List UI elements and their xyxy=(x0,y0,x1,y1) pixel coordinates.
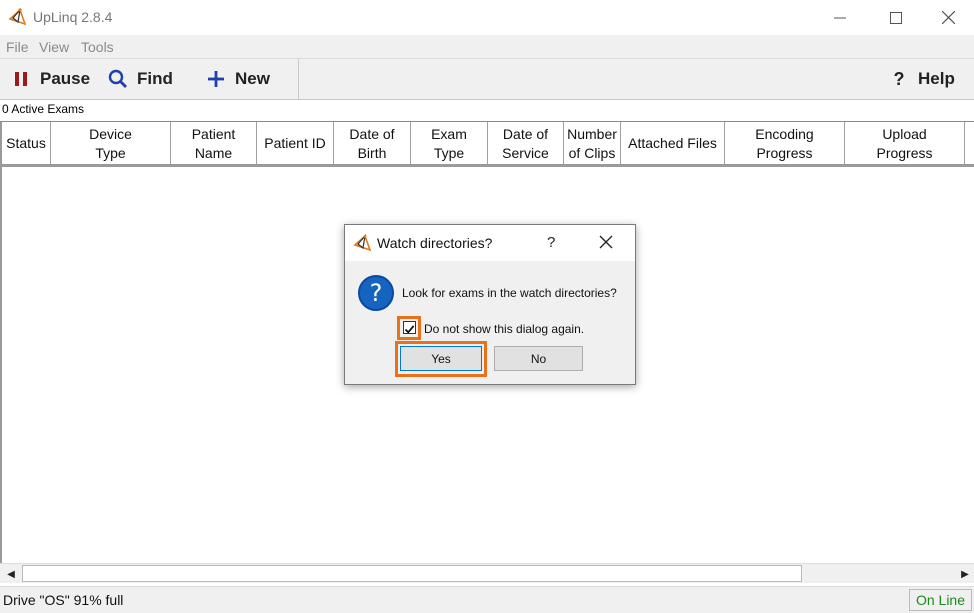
toolbar-separator xyxy=(298,59,299,99)
find-label: Find xyxy=(137,69,173,88)
exam-table-header: Status Device Type Patient Name Patient … xyxy=(0,121,974,167)
plus-icon xyxy=(205,68,227,90)
new-label: New xyxy=(235,69,270,88)
dialog-message: Look for exams in the watch directories? xyxy=(402,286,617,300)
yes-button[interactable]: Yes xyxy=(400,346,482,371)
scroll-right-icon[interactable]: ▶ xyxy=(956,564,974,584)
pause-label: Pause xyxy=(40,69,91,88)
dialog-titlebar: Watch directories? ? xyxy=(345,225,635,261)
column-header-number-of-clips[interactable]: Number of Clips xyxy=(564,122,621,165)
find-button[interactable]: Find xyxy=(107,59,173,99)
column-header-date-of-service[interactable]: Date of Service xyxy=(488,122,564,165)
question-icon: ? xyxy=(358,275,394,311)
app-logo-icon xyxy=(8,8,27,26)
column-header-exam-type[interactable]: Exam Type xyxy=(411,122,488,165)
dialog-title: Watch directories? xyxy=(377,235,493,251)
horizontal-scrollbar[interactable]: ◀ ▶ xyxy=(0,563,974,583)
close-button[interactable] xyxy=(920,0,974,35)
menu-view[interactable]: View xyxy=(39,39,69,55)
do-not-show-label[interactable]: Do not show this dialog again. xyxy=(424,322,584,336)
column-header-device-type[interactable]: Device Type xyxy=(51,122,171,165)
no-button[interactable]: No xyxy=(494,346,583,371)
status-bar: Drive "OS" 91% full On Line xyxy=(0,586,974,613)
window-titlebar: UpLinq 2.8.4 xyxy=(0,0,974,35)
close-icon xyxy=(941,11,955,24)
app-logo-icon xyxy=(353,234,372,252)
minimize-button[interactable] xyxy=(812,0,868,35)
help-button[interactable]: ? Help xyxy=(888,59,955,99)
checkmark-icon xyxy=(404,325,415,334)
help-icon: ? xyxy=(893,68,905,89)
help-label: Help xyxy=(918,69,955,88)
app-title: UpLinq 2.8.4 xyxy=(33,9,113,25)
column-header-upload-progress[interactable]: Upload Progress xyxy=(845,122,965,165)
menu-bar: File View Tools xyxy=(0,35,974,59)
maximize-icon xyxy=(890,11,902,24)
connection-status: On Line xyxy=(909,589,972,611)
toolbar: Pause Find New ? Help xyxy=(0,59,974,100)
scroll-left-icon[interactable]: ◀ xyxy=(2,564,20,584)
search-icon xyxy=(107,68,129,90)
column-header-attached-files[interactable]: Attached Files xyxy=(621,122,725,165)
watch-directories-dialog: Watch directories? ? ? Look for exams in… xyxy=(344,224,636,385)
drive-status: Drive "OS" 91% full xyxy=(3,592,124,608)
scroll-thumb[interactable] xyxy=(22,565,802,582)
menu-file[interactable]: File xyxy=(6,39,29,55)
column-header-date-of-birth[interactable]: Date of Birth xyxy=(334,122,411,165)
dialog-help-button[interactable]: ? xyxy=(547,234,555,251)
pause-button[interactable]: Pause xyxy=(10,59,90,99)
do-not-show-checkbox[interactable] xyxy=(403,321,416,334)
active-exams-count: 0 Active Exams xyxy=(2,102,85,116)
column-header-encoding-progress[interactable]: Encoding Progress xyxy=(725,122,845,165)
pause-icon xyxy=(10,68,32,90)
maximize-button[interactable] xyxy=(868,0,924,35)
column-header-patient-name[interactable]: Patient Name xyxy=(171,122,257,165)
minimize-icon xyxy=(834,17,846,18)
new-button[interactable]: New xyxy=(205,59,270,99)
menu-tools[interactable]: Tools xyxy=(81,39,114,55)
column-header-patient-id[interactable]: Patient ID xyxy=(257,122,334,165)
column-header-status[interactable]: Status xyxy=(0,122,51,165)
close-icon[interactable] xyxy=(599,235,613,249)
